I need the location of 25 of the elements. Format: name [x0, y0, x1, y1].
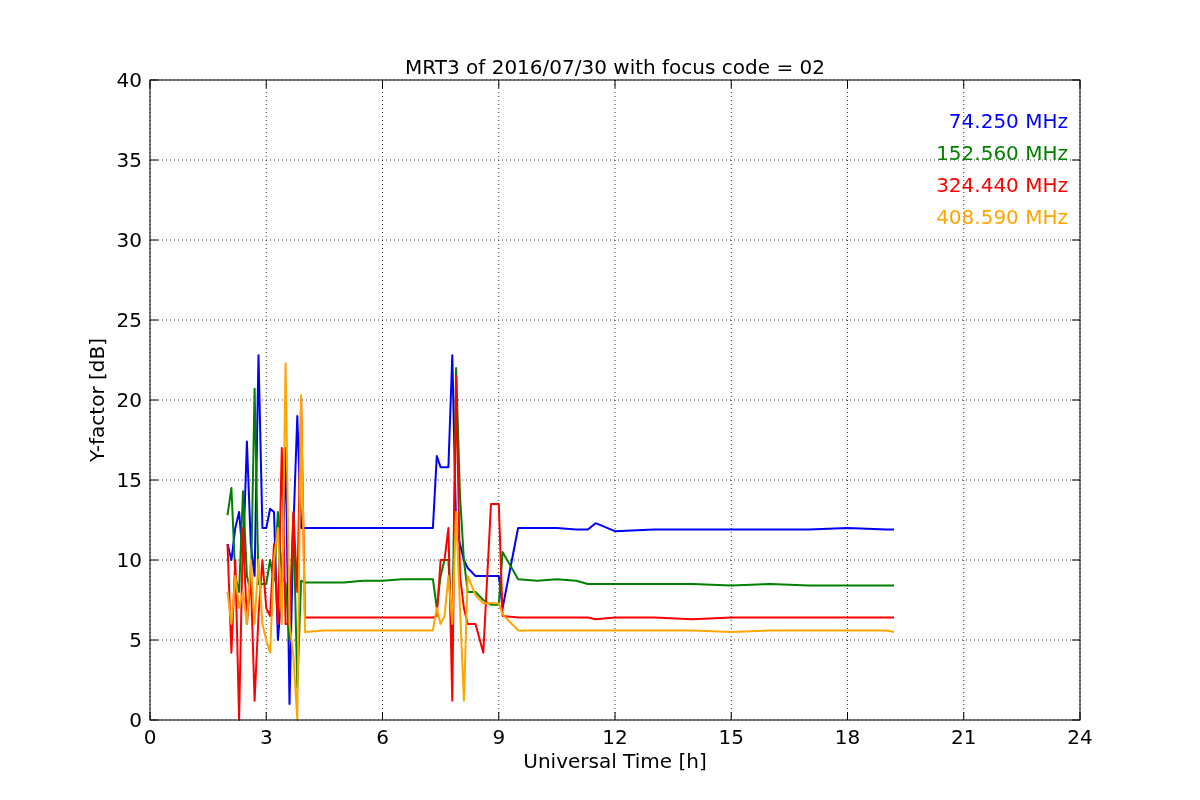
- legend-label: 74.250 MHz: [948, 109, 1068, 133]
- x-tick-label: 3: [259, 725, 273, 749]
- y-tick-label: 20: [116, 388, 142, 412]
- x-tick-label: 15: [718, 725, 744, 749]
- y-tick-label: 25: [116, 308, 142, 332]
- y-axis-label: Y-factor [dB]: [85, 338, 109, 462]
- legend-label: 324.440 MHz: [936, 173, 1068, 197]
- y-tick-label: 5: [129, 628, 142, 652]
- x-tick-label: 6: [376, 725, 389, 749]
- x-axis-label: Universal Time [h]: [523, 749, 707, 773]
- chart-title: MRT3 of 2016/07/30 with focus code = 02: [405, 55, 825, 79]
- x-tick-label: 12: [602, 725, 628, 749]
- y-tick-label: 35: [116, 148, 142, 172]
- y-tick-label: 15: [116, 468, 142, 492]
- legend-label: 408.590 MHz: [936, 205, 1068, 229]
- y-tick-label: 0: [129, 708, 142, 732]
- legend-label: 152.560 MHz: [936, 141, 1068, 165]
- y-tick-label: 40: [116, 68, 142, 92]
- x-tick-label: 0: [143, 725, 157, 749]
- y-tick-label: 30: [116, 228, 142, 252]
- x-tick-label: 18: [834, 725, 861, 749]
- x-tick-label: 21: [951, 725, 977, 749]
- x-tick-label: 9: [492, 725, 506, 749]
- y-tick-label: 10: [116, 548, 142, 572]
- x-tick-label: 24: [1067, 725, 1093, 749]
